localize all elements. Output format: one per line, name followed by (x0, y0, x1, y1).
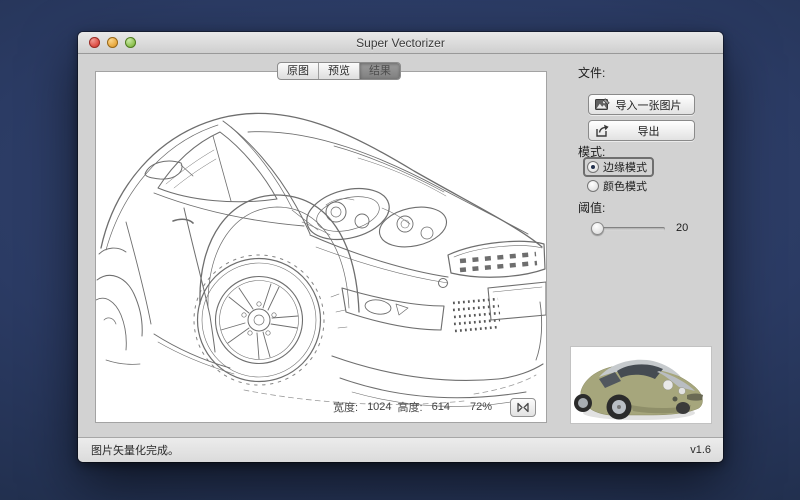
mode-section-label: 模式: (578, 143, 605, 160)
status-message: 图片矢量化完成。 (91, 442, 179, 458)
color-mode-label: 颜色模式 (603, 178, 647, 194)
edge-mode-radio[interactable]: 边缘模式 (585, 159, 652, 175)
window-title: Super Vectorizer (78, 32, 723, 54)
vectorized-car-sketch (96, 72, 546, 422)
width-label: 宽度: (333, 399, 358, 415)
tab-result[interactable]: 结果 (360, 63, 400, 79)
threshold-section-label: 阈值: (578, 199, 605, 216)
view-tabs: 原图 预览 结果 (277, 62, 401, 80)
height-label: 高度: (398, 399, 423, 415)
radio-button-icon (587, 161, 599, 173)
threshold-value: 20 (676, 222, 688, 234)
zoom-percent: 72% (470, 401, 492, 413)
image-info-bar: 宽度: 1024 高度: 614 72% (333, 397, 536, 417)
export-button[interactable]: 导出 (588, 120, 695, 141)
import-image-button[interactable]: 导入一张图片 (588, 94, 695, 115)
width-value: 1024 (367, 401, 391, 413)
file-section-label: 文件: (578, 64, 605, 81)
fit-to-window-icon (516, 402, 530, 413)
export-arrow-icon (595, 124, 611, 141)
image-import-icon (595, 98, 611, 115)
status-bar: 图片矢量化完成。 v1.6 (78, 437, 723, 462)
edge-mode-label: 边缘模式 (603, 159, 647, 175)
version-label: v1.6 (690, 444, 711, 456)
radio-button-icon (587, 180, 599, 192)
tab-original[interactable]: 原图 (278, 63, 319, 79)
source-image-thumbnail (570, 346, 712, 424)
titlebar[interactable]: Super Vectorizer (78, 32, 723, 54)
fit-to-window-button[interactable] (510, 398, 536, 417)
tab-preview[interactable]: 预览 (319, 63, 360, 79)
app-window: Super Vectorizer (78, 32, 723, 462)
height-value: 614 (432, 401, 450, 413)
result-canvas[interactable]: 宽度: 1024 高度: 614 72% (95, 71, 547, 423)
color-mode-radio[interactable]: 颜色模式 (585, 178, 652, 194)
threshold-slider[interactable]: 20 (591, 222, 701, 236)
threshold-slider-knob[interactable] (591, 222, 604, 235)
threshold-slider-track[interactable] (597, 227, 665, 231)
